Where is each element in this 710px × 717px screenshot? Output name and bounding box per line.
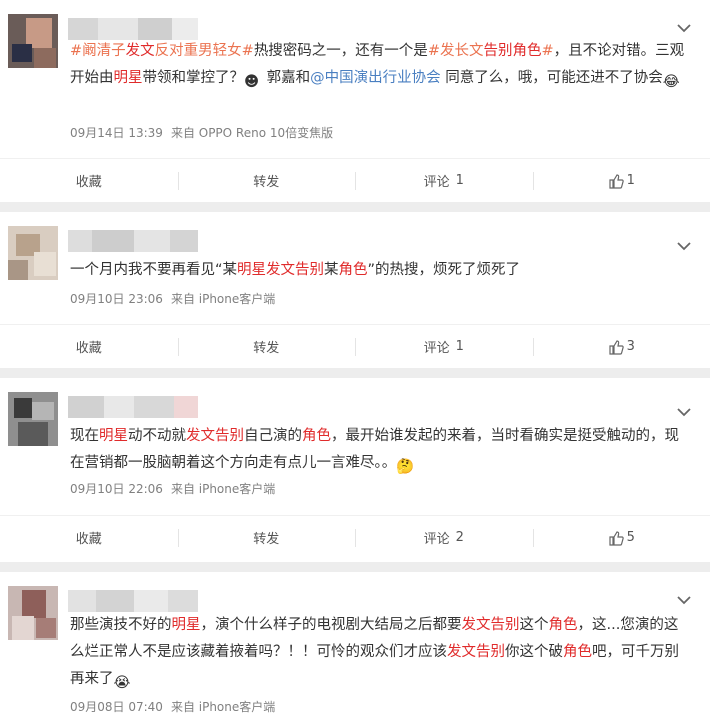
emoji-icon: ☻ [244, 74, 260, 90]
comment-date: 09月10日 22:06 [70, 482, 163, 496]
comment-card: 那些演技不好的明星，演个什么样子的电视剧大结局之后都要发文告别这个角色，这...… [0, 572, 710, 717]
repost-button[interactable]: 转发 [177, 325, 356, 368]
emoji-icon: 😭 [113, 675, 131, 691]
comment-card: 现在明星动不动就发文告别自己演的角色，最开始谁发起的来着，当时看确实是挺受触动的… [0, 378, 710, 562]
highlighted-keyword[interactable]: 明星 [99, 428, 128, 444]
hashtag-link[interactable]: # [541, 43, 553, 59]
comment-button[interactable]: 评论 1 [355, 159, 533, 202]
comment-text-run: 你这个破 [505, 644, 563, 660]
action-bar: 收藏 转发 评论 1 1 [0, 158, 710, 202]
thumbs-up-icon [609, 339, 624, 355]
comment-text-run: 现在 [70, 428, 99, 444]
comment-feed: #阚清子发文反对重男轻女#热搜密码之一，还有一个是#发长文告别角色#，且不论对错… [0, 0, 710, 717]
chevron-down-icon[interactable] [676, 594, 692, 606]
collect-button[interactable]: 收藏 [0, 516, 178, 559]
hashtag-link[interactable]: #阚清子 [70, 43, 126, 59]
action-bar: 收藏 转发 评论 2 5 [0, 515, 710, 559]
comment-card: #阚清子发文反对重男轻女#热搜密码之一，还有一个是#发长文告别角色#，且不论对错… [0, 0, 710, 202]
comment-date: 09月08日 07:40 [70, 700, 163, 714]
like-button[interactable]: 1 [532, 159, 710, 202]
comment-button[interactable]: 评论 2 [355, 516, 533, 559]
highlighted-keyword[interactable]: 发文告别 [186, 428, 244, 444]
highlighted-keyword[interactable]: 明星 [114, 70, 143, 86]
comment-button[interactable]: 评论 1 [355, 325, 533, 368]
comment-text-run: 那些演技不好的 [70, 617, 172, 633]
comment-text-run: 一个月内我不要再看见“某 [70, 262, 238, 278]
highlighted-keyword[interactable]: 角色 [339, 262, 368, 278]
avatar[interactable] [8, 586, 58, 640]
emoji-icon: 😂 [662, 74, 680, 90]
chevron-down-icon[interactable] [676, 240, 692, 252]
username-redacted[interactable] [68, 230, 198, 252]
comment-text-run: 自己演的 [244, 428, 302, 444]
mention-link[interactable]: @中国演出行业协会 [310, 70, 441, 86]
comment-card: 一个月内我不要再看见“某明星发文告别某角色”的热搜，烦死了烦死了 09月10日 … [0, 212, 710, 368]
highlighted-keyword[interactable]: 明星发文告别 [237, 262, 324, 278]
comment-text: 那些演技不好的明星，演个什么样子的电视剧大结局之后都要发文告别这个角色，这...… [70, 612, 692, 693]
comment-text-run: 同意了么，哦，可能还进不了协会 [440, 70, 663, 86]
comment-text-run: ，演个什么样子的电视剧大结局之后都要 [200, 617, 462, 633]
chevron-down-icon[interactable] [676, 406, 692, 418]
comment-source: 来自 iPhone客户端 [170, 292, 276, 306]
comment-text-run: 热搜密码之一，还有一个是 [253, 43, 428, 59]
highlighted-keyword[interactable]: 明星 [172, 617, 201, 633]
username-redacted[interactable] [68, 590, 198, 612]
highlighted-keyword[interactable]: 角色 [302, 428, 331, 444]
collect-button[interactable]: 收藏 [0, 159, 178, 202]
chevron-down-icon[interactable] [676, 22, 692, 34]
comment-source: 来自 iPhone客户端 [170, 482, 276, 496]
comment-meta: 09月10日 22:06 来自 iPhone客户端 [70, 480, 275, 497]
comment-text: 一个月内我不要再看见“某明星发文告别某角色”的热搜，烦死了烦死了 [70, 257, 692, 284]
hashtag-link[interactable]: 反对重男轻女# [155, 43, 254, 59]
comment-meta: 09月14日 13:39 来自 OPPO Reno 10倍变焦版 [70, 124, 333, 141]
comment-text-run: 动不动就 [128, 428, 186, 444]
avatar[interactable] [8, 226, 58, 280]
repost-button[interactable]: 转发 [177, 516, 356, 559]
thumbs-up-icon [609, 530, 624, 546]
comment-text: 现在明星动不动就发文告别自己演的角色，最开始谁发起的来着，当时看确实是挺受触动的… [70, 423, 692, 477]
hashtag-link[interactable]: #发长文 [428, 43, 484, 59]
comment-text-run: ”的热搜，烦死了烦死了 [367, 262, 521, 278]
highlighted-keyword[interactable]: 告别角色 [483, 43, 541, 59]
repost-button[interactable]: 转发 [177, 159, 356, 202]
emoji-icon: 🤔 [396, 459, 415, 475]
comment-text: #阚清子发文反对重男轻女#热搜密码之一，还有一个是#发长文告别角色#，且不论对错… [70, 38, 692, 92]
username-redacted[interactable] [68, 18, 198, 40]
comment-date: 09月14日 13:39 [70, 126, 163, 140]
avatar[interactable] [8, 14, 58, 68]
comment-text-run: 某 [324, 262, 339, 278]
highlighted-keyword[interactable]: 发文 [126, 43, 155, 59]
highlighted-keyword[interactable]: 角色 [563, 644, 592, 660]
comment-text-run: 这个 [519, 617, 549, 633]
comment-meta: 09月10日 23:06 来自 iPhone客户端 [70, 290, 275, 307]
like-button[interactable]: 3 [532, 325, 710, 368]
thumbs-up-icon [609, 173, 624, 189]
comment-source: 来自 iPhone客户端 [170, 700, 276, 714]
comment-text-run: 带领和掌控了？ [142, 70, 245, 86]
username-redacted[interactable] [68, 396, 198, 418]
highlighted-keyword[interactable]: 角色 [549, 617, 578, 633]
collect-button[interactable]: 收藏 [0, 325, 178, 368]
comment-text-run: 郭嘉和 [262, 70, 311, 86]
highlighted-keyword[interactable]: 发文告别 [447, 644, 505, 660]
action-bar: 收藏 转发 评论 1 3 [0, 324, 710, 368]
avatar[interactable] [8, 392, 58, 446]
comment-source: 来自 OPPO Reno 10倍变焦版 [170, 126, 334, 140]
comment-meta: 09月08日 07:40 来自 iPhone客户端 [70, 698, 275, 715]
like-button[interactable]: 5 [532, 516, 710, 559]
highlighted-keyword[interactable]: 发文告别 [462, 617, 520, 633]
comment-date: 09月10日 23:06 [70, 292, 163, 306]
